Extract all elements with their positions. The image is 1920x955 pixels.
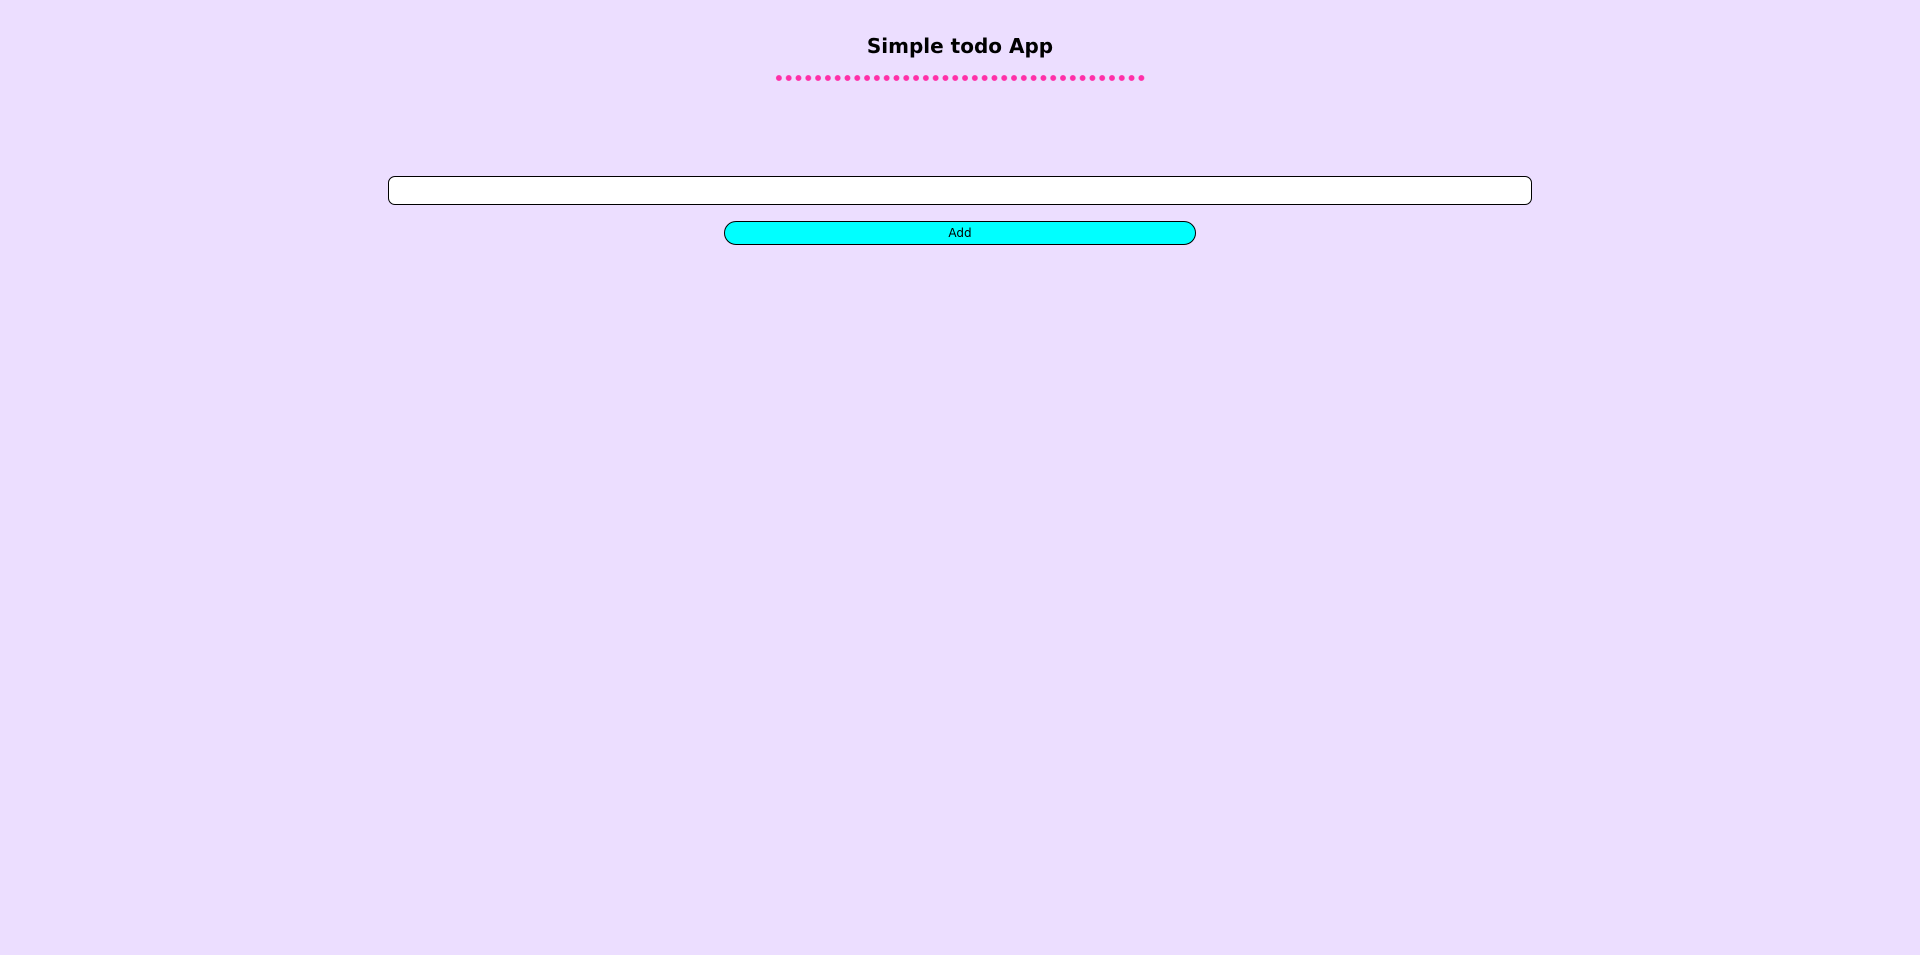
page-title: Simple todo App: [866, 34, 1054, 58]
todo-input[interactable]: [388, 176, 1532, 205]
todo-app: Simple todo App Add: [0, 0, 1920, 955]
dotted-divider: [774, 75, 1146, 81]
add-button[interactable]: Add: [724, 221, 1196, 245]
